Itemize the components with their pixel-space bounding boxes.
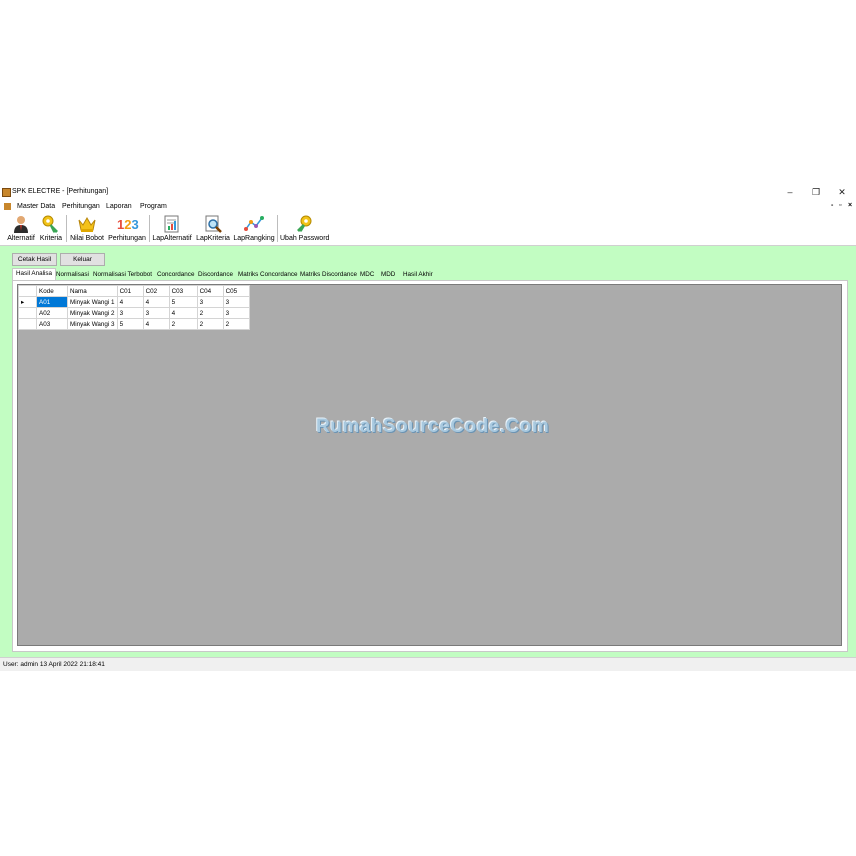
- toolbar-nilai-bobot-button[interactable]: Nilai Bobot: [69, 213, 105, 244]
- row-header[interactable]: [18, 318, 37, 330]
- table-cell[interactable]: 2: [196, 307, 224, 319]
- watermark-text: RumahSourceCode.Com: [316, 416, 550, 437]
- mdi-minimize-button[interactable]: -: [831, 202, 833, 209]
- menu-program[interactable]: Program: [140, 203, 167, 210]
- toolbar: Alternatif Kriteria Nilai Bobot 123 Perh…: [0, 212, 856, 246]
- table-cell[interactable]: 3: [196, 296, 224, 308]
- app-window: SPK ELECTRE - [Perhitungan] – ❐ ✕ Master…: [0, 184, 856, 671]
- table-cell[interactable]: 2: [222, 318, 250, 330]
- numbers-icon: 123: [117, 214, 139, 234]
- toolbar-separator: [66, 215, 67, 242]
- column-header-c03[interactable]: C03: [168, 285, 198, 297]
- mdi-child-icon[interactable]: [4, 203, 11, 210]
- menu-master-data[interactable]: Master Data: [17, 203, 55, 210]
- table-row[interactable]: A02 Minyak Wangi 2 3 3 4 2 3: [18, 307, 250, 319]
- magnifier-report-icon: [203, 214, 223, 234]
- toolbar-perhitungan-button[interactable]: 123 Perhitungan: [108, 213, 146, 244]
- key-icon: [41, 214, 61, 234]
- table-cell[interactable]: Minyak Wangi 1: [67, 296, 118, 308]
- table-cell[interactable]: A02: [36, 307, 68, 319]
- menu-bar: Master Data Perhitungan Laporan Program …: [0, 201, 856, 212]
- crown-icon: [77, 214, 97, 234]
- table-cell[interactable]: 4: [142, 296, 170, 308]
- table-cell[interactable]: Minyak Wangi 3: [67, 318, 118, 330]
- cetak-hasil-button[interactable]: Cetak Hasil: [12, 253, 57, 266]
- column-header-c01[interactable]: C01: [116, 285, 144, 297]
- toolbar-ubah-password-button[interactable]: Ubah Password: [280, 213, 329, 244]
- row-header-corner: [18, 285, 37, 297]
- minimize-button[interactable]: –: [780, 186, 800, 199]
- mdi-close-button[interactable]: ×: [848, 202, 852, 209]
- column-header-c05[interactable]: C05: [222, 285, 250, 297]
- tab-normalisasi[interactable]: Normalisasi: [56, 270, 89, 280]
- current-row-indicator[interactable]: ▸: [18, 296, 37, 308]
- table-cell[interactable]: 5: [116, 318, 144, 330]
- column-header-c04[interactable]: C04: [196, 285, 224, 297]
- table-cell[interactable]: A01: [36, 296, 68, 308]
- mdi-restore-button[interactable]: ▫: [839, 202, 841, 209]
- tab-discordance[interactable]: Discordance: [198, 270, 233, 280]
- toolbar-separator: [277, 215, 278, 242]
- tab-page-hasil-analisa: Kode Nama C01 C02 C03 C04 C05 ▸ A01 Miny…: [12, 280, 848, 652]
- results-table: Kode Nama C01 C02 C03 C04 C05 ▸ A01 Miny…: [18, 285, 250, 330]
- menu-perhitungan[interactable]: Perhitungan: [62, 203, 100, 210]
- table-cell[interactable]: 2: [168, 318, 198, 330]
- user-icon: [11, 214, 31, 234]
- tab-normalisasi-terbobot[interactable]: Normalisasi Terbobot: [93, 270, 152, 280]
- report-icon: [162, 214, 182, 234]
- toolbar-lapalternatif-button[interactable]: LapAlternatif: [152, 213, 192, 244]
- tab-mdd[interactable]: MDD: [381, 270, 395, 280]
- app-icon: [2, 188, 11, 197]
- toolbar-lapkriteria-button[interactable]: LapKriteria: [195, 213, 231, 244]
- table-cell[interactable]: 3: [142, 307, 170, 319]
- column-header-kode[interactable]: Kode: [36, 285, 68, 297]
- tab-matriks-concordance[interactable]: Matriks Concordance: [238, 270, 298, 280]
- window-title: SPK ELECTRE - [Perhitungan]: [12, 188, 109, 195]
- menu-laporan[interactable]: Laporan: [106, 203, 132, 210]
- table-cell[interactable]: 2: [196, 318, 224, 330]
- chart-icon: [244, 214, 264, 234]
- status-text: User: admin 13 April 2022 21:18:41: [3, 661, 105, 668]
- row-header[interactable]: [18, 307, 37, 319]
- table-cell[interactable]: 3: [222, 307, 250, 319]
- content-area: Cetak Hasil Keluar Hasil Analisa Normali…: [0, 246, 856, 657]
- table-cell[interactable]: 3: [116, 307, 144, 319]
- tab-matriks-discordance[interactable]: Matriks Discordance: [300, 270, 357, 280]
- table-cell[interactable]: 5: [168, 296, 198, 308]
- key-icon: [294, 214, 314, 234]
- table-cell[interactable]: Minyak Wangi 2: [67, 307, 118, 319]
- table-row[interactable]: ▸ A01 Minyak Wangi 1 4 4 5 3 3: [18, 296, 250, 308]
- svg-text:123: 123: [117, 217, 139, 232]
- data-grid[interactable]: Kode Nama C01 C02 C03 C04 C05 ▸ A01 Miny…: [17, 284, 842, 646]
- restore-button[interactable]: ❐: [806, 186, 826, 199]
- table-cell[interactable]: 3: [222, 296, 250, 308]
- toolbar-laprangking-button[interactable]: LapRangking: [233, 213, 275, 244]
- table-row[interactable]: A03 Minyak Wangi 3 5 4 2 2 2: [18, 318, 250, 330]
- toolbar-kriteria-button[interactable]: Kriteria: [39, 213, 63, 244]
- table-cell[interactable]: 4: [168, 307, 198, 319]
- column-header-nama[interactable]: Nama: [67, 285, 118, 297]
- tab-hasil-akhir[interactable]: Hasil Akhir: [403, 270, 433, 280]
- tab-concordance[interactable]: Concordance: [157, 270, 194, 280]
- table-cell[interactable]: A03: [36, 318, 68, 330]
- toolbar-alternatif-button[interactable]: Alternatif: [6, 213, 36, 244]
- column-header-c02[interactable]: C02: [142, 285, 170, 297]
- table-cell[interactable]: 4: [142, 318, 170, 330]
- close-button[interactable]: ✕: [832, 186, 852, 199]
- keluar-button[interactable]: Keluar: [60, 253, 105, 266]
- status-bar: User: admin 13 April 2022 21:18:41: [0, 657, 856, 671]
- table-header-row: Kode Nama C01 C02 C03 C04 C05: [18, 285, 250, 297]
- table-cell[interactable]: 4: [116, 296, 144, 308]
- tab-mdc[interactable]: MDC: [360, 270, 374, 280]
- title-bar: SPK ELECTRE - [Perhitungan] – ❐ ✕: [0, 184, 856, 201]
- toolbar-separator: [149, 215, 150, 242]
